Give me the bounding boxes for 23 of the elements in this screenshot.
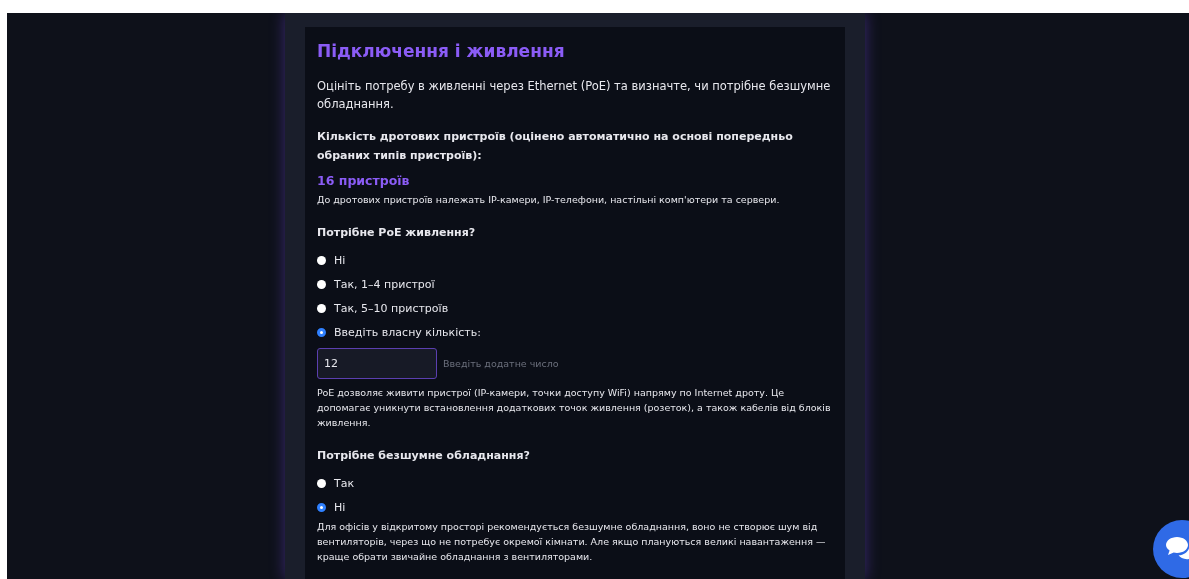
radio-button[interactable] bbox=[317, 502, 326, 512]
option-label[interactable]: Так, 1–4 пристрої bbox=[334, 277, 435, 291]
option-label[interactable]: Ні bbox=[334, 253, 346, 267]
intro-text: Оцініть потребу в живленні через Ethernet (PoE) та визначте, чи потрібне безшумне обладнання. bbox=[317, 78, 832, 113]
number-input[interactable]: 12 bbox=[317, 348, 437, 379]
section-title: Підключення і живлення bbox=[317, 41, 566, 61]
radio-button[interactable] bbox=[317, 478, 326, 488]
option-label[interactable]: Введіть власну кількість: bbox=[334, 325, 481, 339]
option-label[interactable]: Так bbox=[334, 476, 355, 490]
note-text: До дротових пристроїв належать IP-камери, IP-телефони, настільні комп'ютери та сервери. bbox=[317, 193, 781, 207]
radio-button[interactable] bbox=[317, 327, 326, 337]
note-text: PoE дозволяє живити пристрої (IP-камери, точки доступу WiFi) напряму по Internet дроту. Це допомагає уникнути встановлення додаткових точок живлення (розеток), а також кабелів від блоків живлення. bbox=[317, 386, 832, 430]
hint-text: Введіть додатне число bbox=[443, 358, 559, 369]
radio-button[interactable] bbox=[317, 279, 326, 289]
question-label: Потрібне PoE живлення? bbox=[317, 225, 477, 241]
device-count: 16 пристроїв bbox=[317, 173, 411, 188]
note-text: Для офісів у відкритому просторі рекомендується безшумне обладнання, воно не створює шум від вентиляторів, через що не потребує окремої кімнати. Але якщо плануються великі навантаження — краще обрати звичайне обладнання з вентиляторами. bbox=[317, 520, 827, 564]
radio-button[interactable] bbox=[317, 303, 326, 313]
question-label: Потрібне безшумне обладнання? bbox=[317, 448, 531, 464]
radio-button[interactable] bbox=[317, 255, 326, 265]
question-label: Кількість дротових пристроїв (оцінено автоматично на основі попередньо обраних типів пристроїв): bbox=[317, 129, 794, 164]
option-label[interactable]: Так, 5–10 пристроїв bbox=[334, 301, 449, 315]
option-label[interactable]: Ні bbox=[334, 500, 346, 514]
